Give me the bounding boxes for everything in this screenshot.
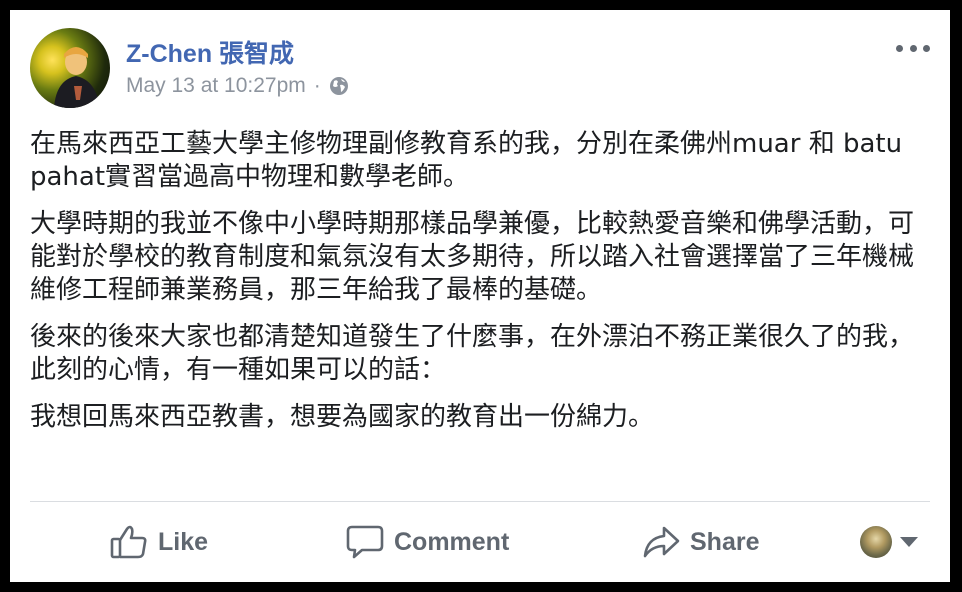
like-label: Like bbox=[158, 527, 209, 556]
like-button[interactable]: Like bbox=[110, 520, 208, 564]
action-divider bbox=[30, 501, 930, 502]
author-name-link[interactable]: Z-Chen 張智成 bbox=[126, 34, 294, 70]
post-timestamp-link[interactable]: May 13 at 10:27pm bbox=[126, 74, 306, 98]
more-options-icon[interactable] bbox=[896, 38, 930, 58]
meta-separator: · bbox=[313, 74, 321, 97]
post-body: 在馬來西亞工藝大學主修物理副修教育系的我，分別在柔佛州muar 和 batu p… bbox=[30, 128, 920, 448]
viewer-avatar bbox=[860, 526, 892, 558]
post-paragraph: 後來的後來大家也都清楚知道發生了什麼事，在外漂泊不務正業很久了的我，此刻的心情，… bbox=[30, 322, 915, 385]
post-actions-bar: Like Comment Share bbox=[30, 510, 930, 576]
avatar-photo bbox=[54, 47, 100, 108]
reaction-audience-selector[interactable] bbox=[860, 526, 918, 558]
share-button[interactable]: Share bbox=[642, 520, 759, 564]
post-paragraph: 在馬來西亞工藝大學主修物理副修教育系的我，分別在柔佛州muar 和 batu p… bbox=[30, 129, 903, 192]
thumbs-up-icon bbox=[110, 525, 147, 559]
share-arrow-icon bbox=[643, 526, 680, 558]
author-avatar[interactable] bbox=[30, 28, 110, 108]
post-meta: May 13 at 10:27pm · bbox=[126, 74, 349, 98]
comment-bubble-icon bbox=[346, 525, 384, 559]
facebook-post-card: Z-Chen 張智成 May 13 at 10:27pm · 在馬來西亞工藝大學… bbox=[10, 10, 950, 582]
chevron-down-icon bbox=[900, 537, 918, 547]
post-header: Z-Chen 張智成 May 13 at 10:27pm · bbox=[30, 28, 930, 108]
comment-label: Comment bbox=[394, 527, 510, 556]
globe-icon[interactable] bbox=[329, 76, 349, 96]
comment-button[interactable]: Comment bbox=[346, 520, 509, 564]
post-paragraph: 大學時期的我並不像中小學時期那樣品學兼優，比較熱愛音樂和佛學活動，可能對於學校的… bbox=[30, 209, 915, 305]
share-label: Share bbox=[690, 527, 760, 556]
post-paragraph: 我想回馬來西亞教書，想要為國家的教育出一份綿力。 bbox=[30, 402, 655, 432]
